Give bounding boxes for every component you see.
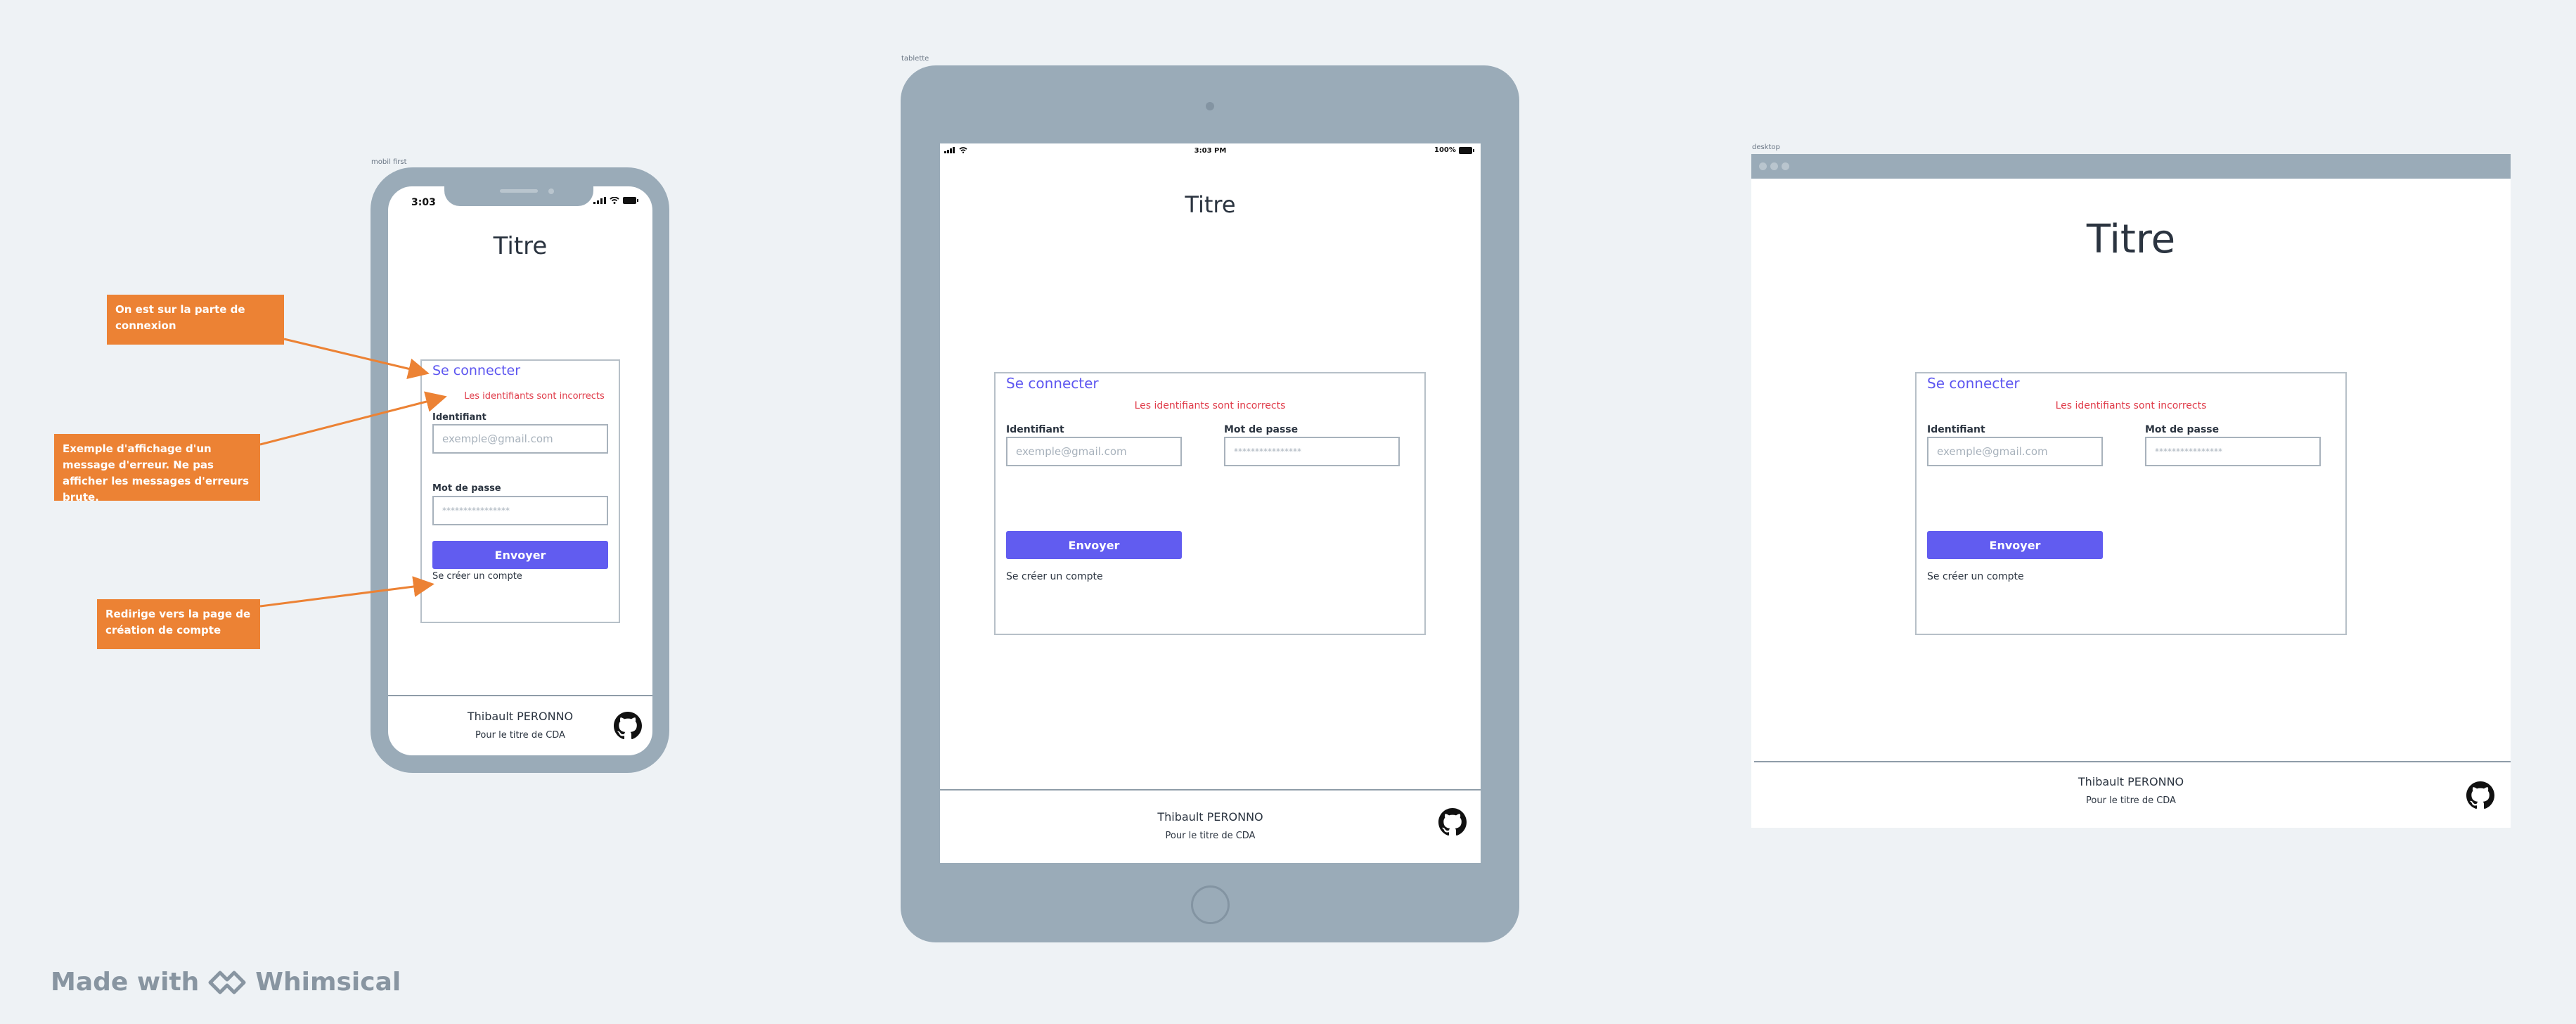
- tablet-error-message: Les identifiants sont incorrects: [1134, 400, 1286, 411]
- desktop-footer-name: Thibault PERONNO: [2078, 775, 2184, 788]
- tablet-status-right: 100%: [1434, 146, 1474, 154]
- tablet-footer-name: Thibault PERONNO: [1157, 810, 1263, 824]
- tablet-login-card: [994, 372, 1426, 635]
- github-icon[interactable]: [2466, 781, 2494, 809]
- tablet-battery-percent: 100%: [1434, 146, 1456, 154]
- tablet-password-label: Mot de passe: [1224, 424, 1299, 435]
- github-icon[interactable]: [1438, 808, 1467, 836]
- desktop-card-title: Se connecter: [1927, 375, 2020, 392]
- tablet-frame-label: tablette: [901, 55, 929, 63]
- desktop-page-title: Titre: [2086, 217, 2176, 262]
- github-icon[interactable]: [614, 712, 642, 740]
- desktop-identifiant-input[interactable]: exemple@gmail.com: [1927, 437, 2103, 466]
- desktop-create-account-link[interactable]: Se créer un compte: [1927, 571, 2024, 582]
- mobile-footer-subtitle: Pour le titre de CDA: [475, 730, 565, 741]
- desktop-password-label: Mot de passe: [2145, 424, 2220, 435]
- desktop-window-bar: [1751, 154, 2511, 179]
- tablet-submit-button[interactable]: Envoyer: [1006, 531, 1182, 559]
- annotation-arrows: [259, 338, 447, 608]
- tablet-create-account-link[interactable]: Se créer un compte: [1006, 571, 1103, 582]
- desktop-submit-button[interactable]: Envoyer: [1927, 531, 2103, 559]
- desktop-footer-subtitle: Pour le titre de CDA: [2086, 795, 2176, 806]
- brand-name: Whimsical: [255, 968, 401, 997]
- desktop-frame-label: desktop: [1752, 143, 1780, 151]
- arrow-to-card-title: [283, 338, 430, 380]
- desktop-identifiant-label: Identifiant: [1927, 424, 1985, 435]
- window-minimize-icon[interactable]: [1770, 162, 1778, 170]
- tablet-identifiant-input[interactable]: exemple@gmail.com: [1006, 437, 1182, 466]
- tablet-card-title: Se connecter: [1006, 375, 1099, 392]
- tablet-identifiant-label: Identifiant: [1006, 424, 1064, 435]
- desktop-login-card: [1915, 372, 2347, 635]
- tablet-password-input[interactable]: ****************: [1224, 437, 1400, 466]
- desktop-footer-divider: [1754, 761, 2511, 762]
- made-with-label: Made with: [51, 968, 200, 997]
- arrow-to-create-account: [259, 576, 434, 608]
- whimsical-logo-icon: [208, 971, 246, 994]
- arrow-to-error: [259, 391, 447, 446]
- tablet-footer-divider: [940, 789, 1481, 791]
- window-close-icon[interactable]: [1759, 162, 1767, 170]
- tablet-home-button: [1191, 885, 1230, 924]
- mobile-footer-name: Thibault PERONNO: [467, 710, 574, 723]
- tablet-footer-subtitle: Pour le titre de CDA: [1165, 831, 1256, 841]
- desktop-error-message: Les identifiants sont incorrects: [2055, 400, 2207, 411]
- tablet-page-title: Titre: [1185, 191, 1236, 218]
- window-maximize-icon[interactable]: [1782, 162, 1789, 170]
- tablet-status-time: 3:03 PM: [1194, 147, 1227, 155]
- battery-icon: [1458, 146, 1474, 154]
- made-with-whimsical[interactable]: Made with Whimsical: [51, 968, 401, 997]
- tablet-camera: [1206, 102, 1214, 110]
- desktop-password-input[interactable]: ****************: [2145, 437, 2321, 466]
